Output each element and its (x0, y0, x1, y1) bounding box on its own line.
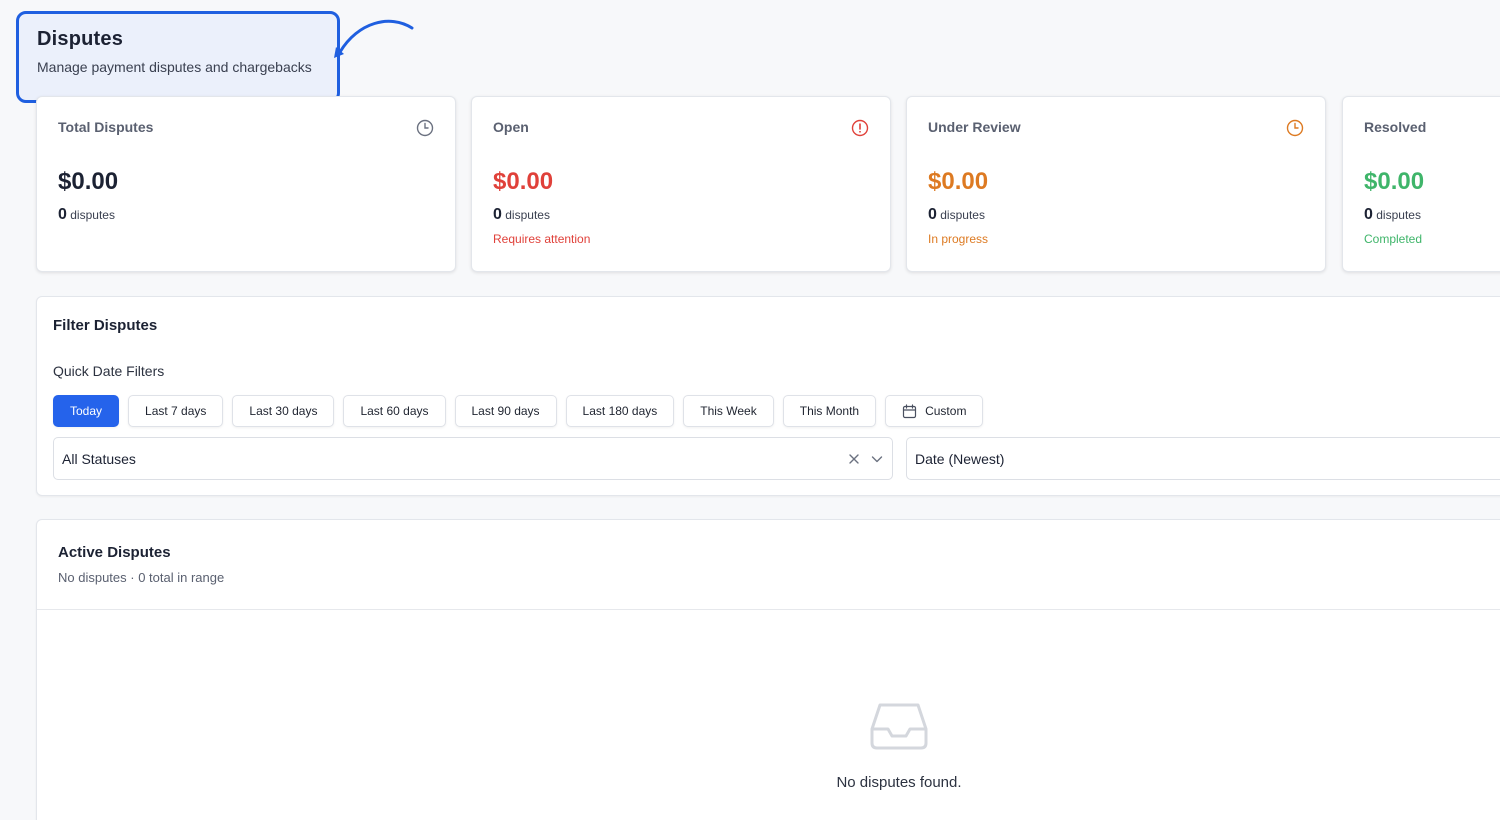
chip-label: Custom (925, 404, 967, 418)
stat-label: Open (493, 119, 529, 135)
chip-label: This Month (799, 404, 860, 418)
alert-circle-icon (851, 119, 869, 137)
chip-label: Last 30 days (249, 404, 318, 418)
active-disputes-panel: Active Disputes No disputes · 0 total in… (36, 519, 1500, 820)
stat-count-number: 0 (1364, 206, 1373, 223)
stat-note: Requires attention (493, 232, 591, 246)
chip-last-90-days[interactable]: Last 90 days (454, 395, 557, 427)
annotation-arrow-icon (334, 19, 414, 58)
calendar-icon (902, 403, 917, 418)
stat-label: Resolved (1364, 119, 1427, 135)
stat-count: 0 disputes (928, 206, 1304, 224)
chip-label: Last 7 days (145, 404, 207, 418)
chip-custom[interactable]: Custom (885, 395, 984, 427)
chip-last-30-days[interactable]: Last 30 days (232, 395, 335, 427)
quick-date-chips: Today Last 7 days Last 30 days Last 60 d… (53, 395, 984, 427)
stat-note: In progress (928, 232, 989, 246)
sort-select-value: Date (Newest) (915, 450, 1005, 467)
stat-amount: $0.00 (493, 168, 554, 195)
stat-count-unit: disputes (940, 208, 985, 222)
chip-label: Last 60 days (360, 404, 429, 418)
stat-card-open: Open $0.00 0 disputes Requires attention (471, 96, 891, 272)
stat-count: 0 disputes (493, 206, 869, 224)
quick-date-label: Quick Date Filters (53, 363, 165, 379)
page-header: Disputes Manage payment disputes and cha… (16, 11, 340, 103)
chip-last-7-days[interactable]: Last 7 days (128, 395, 224, 427)
chip-label: Last 90 days (471, 404, 540, 418)
chip-today[interactable]: Today (53, 395, 120, 427)
chip-label: Last 180 days (582, 404, 658, 418)
clear-icon[interactable] (848, 453, 860, 465)
stat-amount: $0.00 (58, 168, 119, 195)
chip-last-60-days[interactable]: Last 60 days (343, 395, 446, 427)
clock-icon (416, 119, 434, 137)
status-select[interactable]: All Statuses (53, 437, 893, 480)
stat-amount: $0.00 (1364, 168, 1425, 195)
active-disputes-header: Active Disputes No disputes · 0 total in… (37, 520, 1500, 610)
stat-count-number: 0 (928, 206, 937, 223)
stat-count-number: 0 (493, 206, 502, 223)
stat-label: Under Review (928, 119, 1021, 135)
filter-panel: Filter Disputes Quick Date Filters Today… (36, 296, 1500, 496)
clock-icon (1286, 119, 1304, 137)
stat-count-unit: disputes (1376, 208, 1421, 222)
chip-this-month[interactable]: This Month (782, 395, 877, 427)
chip-label: This Week (700, 404, 757, 418)
chevron-down-icon[interactable] (870, 452, 884, 466)
disputes-page: Disputes Manage payment disputes and cha… (0, 0, 1500, 820)
stat-count-number: 0 (58, 206, 67, 223)
active-disputes-title: Active Disputes (58, 544, 171, 561)
chip-last-180-days[interactable]: Last 180 days (565, 395, 675, 427)
stat-count: 0 disputes (58, 206, 434, 224)
stat-amount: $0.00 (928, 168, 989, 195)
stat-card-resolved: Resolved $0.00 0 disputes Completed (1342, 96, 1500, 272)
stat-count-unit: disputes (70, 208, 115, 222)
stat-count: 0 disputes (1364, 206, 1500, 224)
chip-label: Today (70, 404, 103, 418)
stat-card-under-review: Under Review $0.00 0 disputes In progres… (906, 96, 1326, 272)
sort-select[interactable]: Date (Newest) (906, 437, 1500, 480)
active-disputes-subtitle: No disputes · 0 total in range (58, 570, 225, 585)
chip-this-week[interactable]: This Week (683, 395, 774, 427)
filter-title: Filter Disputes (53, 317, 158, 334)
stat-count-unit: disputes (505, 208, 550, 222)
page-title: Disputes (37, 28, 124, 50)
stat-card-total: Total Disputes $0.00 0 disputes (36, 96, 456, 272)
stat-note: Completed (1364, 232, 1423, 246)
empty-state-text: No disputes found. (836, 774, 962, 791)
status-select-value: All Statuses (62, 450, 136, 467)
stat-label: Total Disputes (58, 119, 154, 135)
inbox-icon (870, 703, 928, 750)
page-subtitle: Manage payment disputes and chargebacks (37, 59, 312, 75)
